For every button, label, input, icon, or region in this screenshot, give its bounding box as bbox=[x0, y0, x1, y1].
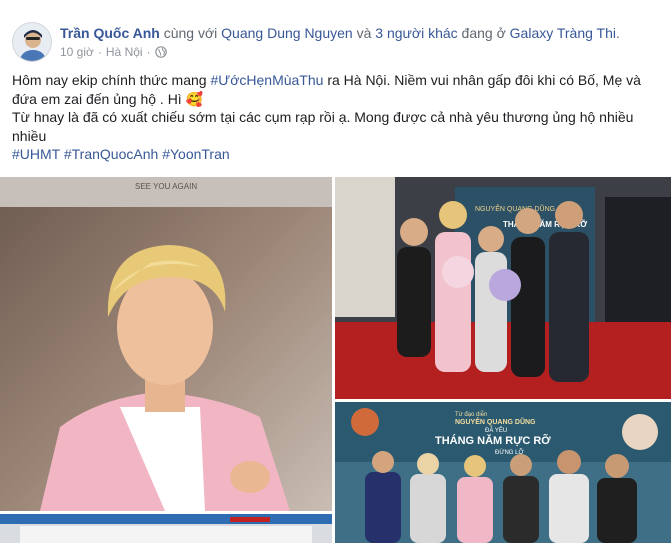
post-meta: 10 giờ · Hà Nội · bbox=[60, 44, 167, 60]
author-name[interactable]: Trần Quốc Anh bbox=[60, 25, 160, 41]
photo-3-poster-director: NGUYỄN QUANG DŨNG bbox=[455, 417, 536, 426]
period-text: . bbox=[616, 25, 620, 41]
location-link[interactable]: Galaxy Tràng Thi bbox=[510, 25, 616, 41]
post-text-1b: ra Hà Nội. Niềm vui nhân gấp đôi khi có … bbox=[323, 72, 641, 88]
post-header-line: Trần Quốc Anh cùng với Quang Dung Nguyen… bbox=[60, 24, 660, 42]
post-text-1a: Hôm nay ekip chính thức mang bbox=[12, 72, 211, 88]
post-line-1: Hôm nay ekip chính thức mang #ƯớcHẹnMùaT… bbox=[12, 71, 662, 90]
with-text: cùng với bbox=[159, 25, 222, 41]
photo-3-poster-title: THÁNG NĂM RỰC RỠ bbox=[435, 434, 551, 447]
hashtag-link[interactable]: #TranQuocAnh bbox=[64, 146, 158, 162]
hashtag-link[interactable]: #ƯớcHẹnMùaThu bbox=[210, 72, 323, 88]
post-line-4: nhiều bbox=[12, 127, 47, 144]
hashtag-link[interactable]: #YoonTran bbox=[162, 146, 229, 162]
photo-2-poster-small: NGUYỄN QUANG DŨNG bbox=[475, 204, 555, 213]
photo-4-partial[interactable] bbox=[0, 514, 332, 543]
photo-1-portrait[interactable]: SEE YOU AGAIN bbox=[0, 177, 332, 511]
author-avatar[interactable] bbox=[12, 22, 52, 62]
post-line-3: Từ hnay là đã có xuất chiếu sớm tại các … bbox=[12, 109, 634, 125]
at-text: đang ở bbox=[457, 25, 510, 41]
photo-3-cast-lineup[interactable]: Từ đạo diễn NGUYỄN QUANG DŨNG ĐÃ YÊU THÁ… bbox=[335, 402, 671, 543]
post-body: Hôm nay ekip chính thức mang #ƯớcHẹnMùaT… bbox=[12, 71, 662, 164]
and-text: và bbox=[352, 25, 376, 41]
post-place[interactable]: Hà Nội bbox=[106, 44, 143, 60]
tagged-person-link[interactable]: Quang Dung Nguyen bbox=[221, 25, 353, 41]
meta-separator: · bbox=[97, 45, 102, 59]
photo-3-poster-small: Từ đạo diễn bbox=[455, 411, 487, 418]
photo-grid: SEE YOU AGAIN NGUYỄN QUANG DŨNG THÁNG NĂ… bbox=[0, 177, 671, 543]
others-link[interactable]: 3 người khác bbox=[375, 25, 457, 41]
photo-2-premiere-group[interactable]: NGUYỄN QUANG DŨNG THÁNG NĂM RỰC RỠ bbox=[335, 177, 671, 399]
post-header: Trần Quốc Anh cùng với Quang Dung Nguyen… bbox=[12, 20, 662, 64]
photo-3-poster-sub: ĐÃ YÊU bbox=[485, 426, 507, 434]
post-time[interactable]: 10 giờ bbox=[60, 44, 94, 60]
meta-separator-2: · bbox=[146, 45, 151, 59]
hashtag-link[interactable]: #UHMT bbox=[12, 146, 60, 162]
hashtag-line: #UHMT #TranQuocAnh #YoonTran bbox=[12, 145, 662, 164]
post-line-2: đứa em zai đến ủng hộ . Hì 🥰 bbox=[12, 90, 204, 107]
globe-icon[interactable] bbox=[154, 46, 167, 58]
photo-1-sign: SEE YOU AGAIN bbox=[135, 182, 197, 191]
